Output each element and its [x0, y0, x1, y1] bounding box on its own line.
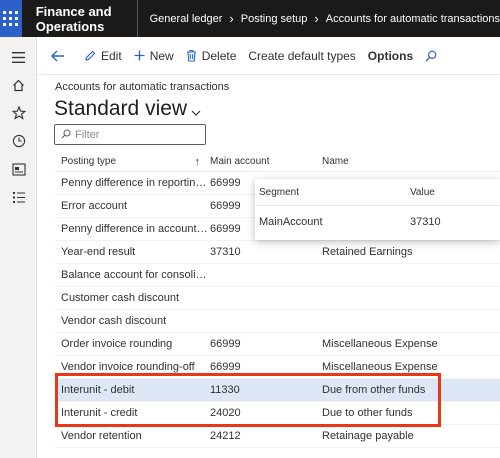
cell-posting-type: Order invoice rounding: [61, 338, 173, 350]
chevron-down-icon: [191, 99, 201, 123]
segment-flyout: Segment Value MainAccount 37310: [255, 179, 500, 240]
cell-main-account: 66999: [210, 338, 241, 350]
trash-icon: [186, 49, 197, 62]
arrow-left-icon: [51, 50, 65, 62]
cell-posting-type: Balance account for consolidati...: [61, 269, 208, 281]
waffle-icon: [3, 11, 19, 26]
cell-name: Retainage payable: [322, 430, 414, 442]
new-button[interactable]: New: [134, 49, 174, 63]
cell-posting-type: Year-end result: [61, 246, 136, 258]
workspace-icon[interactable]: [0, 155, 37, 183]
search-icon: [61, 128, 71, 142]
cell-main-account: 24212: [210, 430, 241, 442]
breadcrumb-item-current-page[interactable]: Accounts for automatic transactions: [326, 13, 500, 25]
action-pane: Edit New Delete Create default types Opt…: [37, 37, 500, 75]
clock-icon[interactable]: [0, 127, 37, 155]
chevron-right-icon: ›: [314, 11, 319, 26]
filter-input[interactable]: [75, 128, 195, 141]
app-title[interactable]: Finance and Operations: [22, 0, 138, 37]
delete-label: Delete: [201, 48, 237, 63]
search-button[interactable]: [425, 50, 442, 62]
app-launcher-button[interactable]: [0, 0, 22, 37]
breadcrumb-item-general-ledger[interactable]: General ledger: [150, 13, 223, 25]
cell-posting-type: Vendor cash discount: [61, 315, 167, 327]
breadcrumb-item-posting-setup[interactable]: Posting setup: [241, 13, 308, 25]
table-row[interactable]: Customer cash discount: [55, 287, 500, 310]
back-button[interactable]: [51, 50, 70, 62]
breadcrumb: General ledger › Posting setup › Account…: [138, 11, 500, 26]
hamburger-icon[interactable]: [0, 43, 37, 71]
table-row[interactable]: Vendor cash discount: [55, 310, 500, 333]
cell-posting-type: Penny difference in reporting c...: [61, 177, 208, 189]
edit-label: Edit: [101, 48, 122, 63]
highlight-box: [55, 373, 441, 427]
search-icon: [425, 50, 437, 62]
cell-posting-type: Penny difference in accounting ...: [61, 223, 208, 235]
cell-name: Miscellaneous Expense: [322, 338, 438, 350]
grid-header: Posting type ↑ Main account Name: [55, 152, 500, 172]
segment-column-header: Segment: [259, 186, 300, 198]
cell-posting-type: Customer cash discount: [61, 292, 179, 304]
value-column-header: Value: [410, 186, 435, 198]
cell-posting-type: Vendor retention: [61, 430, 142, 442]
app-header: Finance and Operations General ledger › …: [0, 0, 500, 37]
table-row[interactable]: Year-end result 37310 Retained Earnings: [55, 241, 500, 264]
create-default-types-button[interactable]: Create default types: [248, 49, 355, 63]
options-tab[interactable]: Options: [368, 49, 413, 63]
plus-icon: [134, 50, 145, 61]
view-name: Standard view: [54, 97, 188, 120]
column-header-label: Posting type: [61, 156, 117, 167]
table-row[interactable]: Vendor retention 24212 Retainage payable: [55, 425, 500, 448]
segment-flyout-header: Segment Value: [255, 179, 500, 206]
chevron-right-icon: ›: [229, 11, 234, 26]
segment-name: MainAccount: [259, 216, 323, 228]
cell-name: Retained Earnings: [322, 246, 413, 258]
table-row[interactable]: Balance account for consolidati...: [55, 264, 500, 287]
column-header-posting-type[interactable]: Posting type ↑: [55, 156, 208, 167]
column-header-main-account[interactable]: Main account: [208, 156, 318, 167]
page-caption: Accounts for automatic transactions: [55, 81, 230, 93]
cell-posting-type: Error account: [61, 200, 128, 212]
view-selector[interactable]: Standard view: [54, 95, 201, 123]
segment-flyout-row: MainAccount 37310: [255, 206, 500, 238]
star-icon[interactable]: [0, 99, 37, 127]
cell-main-account: 66999: [210, 361, 241, 373]
sort-ascending-icon: ↑: [194, 156, 201, 167]
navigation-rail: [0, 37, 37, 458]
segment-value: 37310: [410, 216, 441, 228]
column-header-name[interactable]: Name: [318, 156, 498, 167]
list-icon[interactable]: [0, 183, 37, 211]
cell-main-account: 37310: [210, 246, 241, 258]
new-label: New: [149, 48, 174, 63]
delete-button[interactable]: Delete: [186, 48, 237, 63]
cell-name: Miscellaneous Expense: [322, 361, 438, 373]
pencil-icon: [84, 50, 96, 62]
filter-box[interactable]: [54, 124, 206, 145]
table-row[interactable]: Order invoice rounding 66999 Miscellaneous…: [55, 333, 500, 356]
edit-button[interactable]: Edit: [84, 49, 122, 63]
home-icon[interactable]: [0, 71, 37, 99]
cell-posting-type: Vendor invoice rounding-off: [61, 361, 195, 373]
